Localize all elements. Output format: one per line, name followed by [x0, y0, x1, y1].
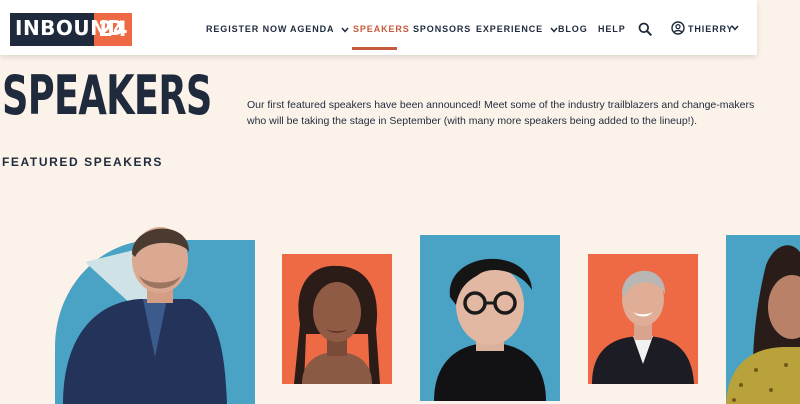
featured-speakers-heading: FEATURED SPEAKERS [2, 155, 163, 169]
active-nav-indicator [352, 47, 397, 50]
nav-label: REGISTER NOW [206, 24, 288, 34]
user-name: THIERRY [688, 24, 734, 34]
nav-speakers[interactable]: SPEAKERS [353, 21, 410, 37]
speaker-card[interactable] [420, 235, 560, 401]
search-icon [638, 22, 652, 36]
nav-label: EXPERIENCE [476, 24, 544, 34]
site-header: INBOUND 24 REGISTER NOW AGENDA SPEAKERS … [0, 0, 757, 55]
nav-agenda[interactable]: AGENDA [290, 21, 350, 37]
nav-experience[interactable]: EXPERIENCE [476, 21, 559, 37]
speaker-card[interactable] [726, 235, 800, 404]
nav-register-now[interactable]: REGISTER NOW [206, 21, 287, 37]
inbound-logo[interactable]: INBOUND 24 [10, 13, 132, 46]
nav-label: AGENDA [290, 24, 335, 34]
speaker-card[interactable] [55, 207, 255, 404]
user-circle-icon [671, 21, 685, 35]
nav-blog[interactable]: BLOG [558, 21, 588, 37]
nav-help[interactable]: HELP [598, 21, 626, 37]
speaker-photo [726, 245, 800, 404]
speaker-photo [434, 258, 546, 401]
speaker-photo [592, 270, 694, 384]
speaker-card[interactable] [282, 254, 392, 384]
logo-wordmark: INBOUND [10, 13, 124, 46]
search-button[interactable] [638, 22, 652, 36]
chevron-down-icon [731, 25, 739, 31]
speaker-card[interactable] [588, 254, 698, 384]
nav-sponsors[interactable]: SPONSORS [413, 21, 471, 37]
page-title: SPEAKERS [2, 64, 212, 127]
speaker-photo [294, 265, 380, 384]
nav-label: SPEAKERS [353, 24, 410, 34]
chevron-down-icon [341, 27, 350, 33]
speaker-photo [55, 227, 255, 404]
nav-label: HELP [598, 24, 626, 34]
intro-text: Our first featured speakers have been an… [247, 99, 755, 127]
nav-label: BLOG [558, 24, 588, 34]
nav-label: SPONSORS [413, 24, 472, 34]
